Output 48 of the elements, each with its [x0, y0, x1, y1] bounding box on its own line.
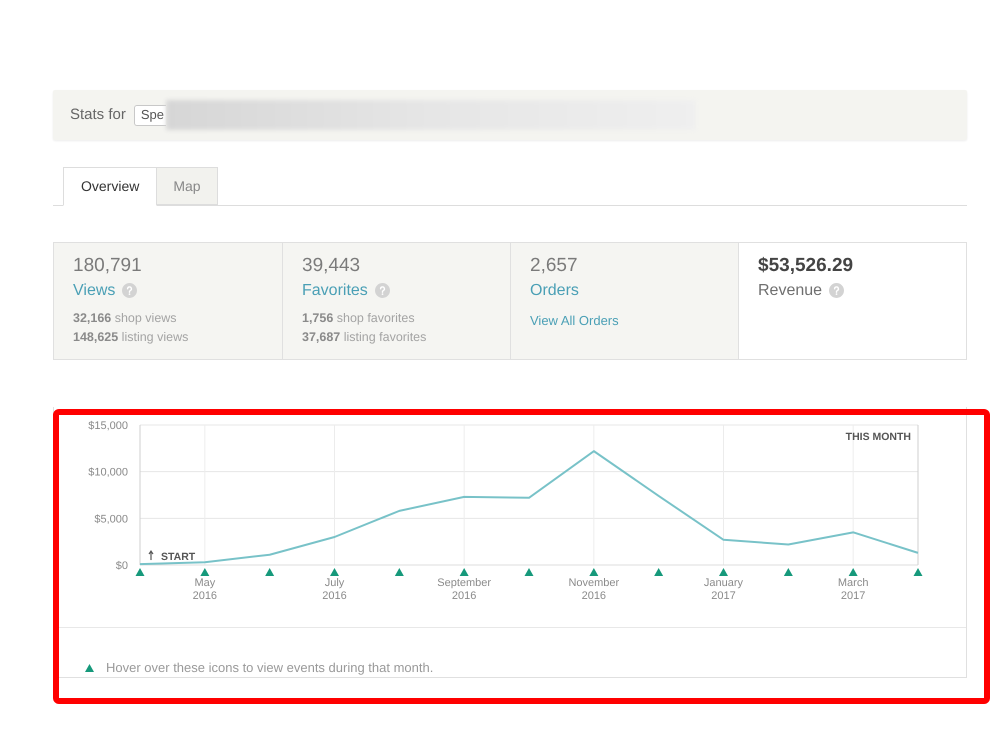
chart-annotation: THIS MONTH	[846, 431, 911, 443]
event-marker-icon	[85, 664, 94, 672]
event-marker-icon[interactable]	[719, 568, 728, 576]
stat-label[interactable]: Views	[73, 278, 116, 302]
event-marker-icon[interactable]	[136, 568, 144, 576]
stat-detail: 37,687 listing favorites	[302, 329, 428, 346]
event-marker-icon[interactable]	[394, 568, 404, 576]
x-axis-label: January 2017	[704, 577, 744, 602]
stat-card[interactable]: 2,657 Orders View All Orders	[510, 243, 738, 359]
x-axis-label: November 2016	[568, 577, 620, 602]
stat-card[interactable]: 180,791 Views 32,166 shop views 148,625 listing views	[54, 243, 282, 359]
event-marker-icon[interactable]	[848, 568, 858, 576]
stats-for-label: Stats for	[70, 104, 126, 125]
event-marker-icon[interactable]	[330, 568, 339, 576]
x-axis-label: March 2017	[838, 577, 868, 602]
event-marker-icon[interactable]	[524, 568, 534, 576]
x-axis-label: July 2016	[322, 577, 347, 602]
stat-value: 39,443	[302, 254, 362, 278]
chart-annotation: START	[161, 551, 196, 564]
stat-card[interactable]: 39,443 Favorites 1,756 shop favorites 37,687 listing favorites	[282, 243, 510, 359]
event-marker-icon[interactable]	[200, 568, 210, 576]
view-orders-link[interactable]: View All Orders	[530, 311, 619, 330]
y-axis-label: $0	[116, 560, 128, 572]
event-marker-icon[interactable]	[589, 568, 598, 576]
shop-select[interactable]: Spe	[134, 104, 166, 126]
tab[interactable]: Map	[157, 167, 218, 205]
y-axis-label: $5,000	[94, 513, 128, 526]
up-arrow-icon	[148, 550, 154, 560]
stat-detail: 148,625 listing views	[73, 329, 190, 346]
event-marker-icon[interactable]	[460, 568, 469, 576]
x-axis-label: May 2016	[192, 577, 218, 602]
stat-label: Revenue	[758, 280, 822, 300]
stat-value: 180,791	[73, 254, 143, 278]
tab[interactable]: Overview	[63, 167, 158, 206]
stat-detail: 32,166 shop views	[73, 310, 178, 327]
stat-value: $53,526.29	[758, 254, 854, 278]
stat-detail: 1,756 shop favorites	[302, 310, 416, 327]
y-axis-label: $15,000	[88, 420, 128, 432]
stat-label[interactable]: Favorites	[302, 278, 368, 302]
stat-label[interactable]: Orders	[530, 278, 579, 302]
y-axis-label: $10,000	[88, 466, 128, 479]
x-axis-label: September 2016	[437, 577, 492, 602]
event-marker-icon[interactable]	[784, 568, 793, 576]
event-marker-icon[interactable]	[265, 568, 274, 576]
footer-note: Hover over these icons to view events during that month.	[106, 661, 434, 675]
event-marker-icon[interactable]	[914, 568, 922, 576]
event-marker-icon[interactable]	[654, 568, 664, 576]
stat-value: 2,657	[530, 254, 579, 278]
